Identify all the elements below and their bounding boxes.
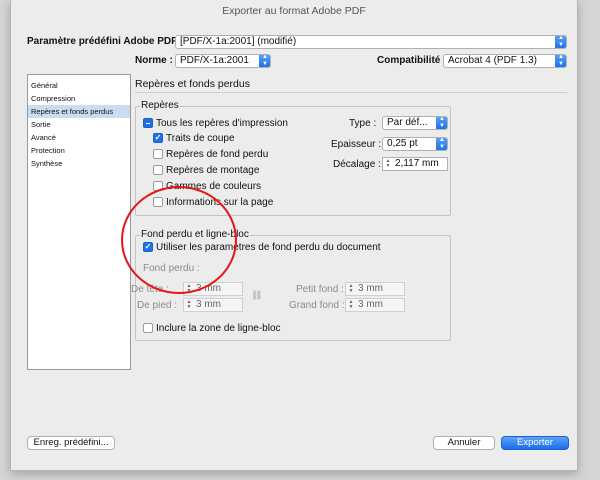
reperes-group-title: Repères — [140, 100, 180, 111]
compat-label: Compatibilité : — [377, 55, 447, 66]
sidebar-item-reperes[interactable]: Repères et fonds perdus — [28, 105, 130, 118]
crop-marks-label: Traits de coupe — [166, 133, 235, 144]
spin-arrows-icon[interactable]: ▲ ▼ — [384, 159, 392, 169]
type-select[interactable]: Par déf... ▲ ▼ — [382, 116, 448, 130]
preset-value: [PDF/X-1a:2001] (modifié) — [180, 36, 297, 47]
top-field[interactable]: ▲ ▼ 3 mm — [183, 282, 243, 296]
offset-label: Décalage : — [333, 159, 381, 170]
bleed-marks-checkbox[interactable] — [153, 149, 163, 159]
section-divider — [135, 92, 567, 93]
weight-select[interactable]: 0,25 pt ▲ ▼ — [382, 137, 448, 151]
all-marks-checkbox[interactable] — [143, 118, 153, 128]
section-title: Repères et fonds perdus — [135, 78, 250, 90]
chevron-updown-icon: ▲ ▼ — [259, 55, 270, 67]
crop-marks-checkbox[interactable]: ✓ — [153, 133, 163, 143]
outside-label: Grand fond : — [289, 300, 345, 311]
slug-area-label: Inclure la zone de ligne-bloc — [156, 323, 281, 334]
slug-area-checkbox[interactable] — [143, 323, 153, 333]
norme-label: Norme : — [135, 55, 173, 66]
compat-value: Acrobat 4 (PDF 1.3) — [448, 55, 537, 66]
bleed-marks-label: Repères de fond perdu — [166, 149, 269, 160]
offset-value: 2,117 mm — [395, 158, 439, 169]
color-bars-label: Gammes de couleurs — [166, 181, 262, 192]
inside-label: Petit fond : — [296, 284, 344, 295]
outside-field[interactable]: ▲ ▼ 3 mm — [345, 298, 405, 312]
bottom-label: De pied : — [137, 300, 178, 311]
type-value: Par déf... — [387, 117, 428, 128]
spin-arrows-icon[interactable]: ▲ ▼ — [347, 300, 355, 310]
bottom-value: 3 mm — [196, 299, 221, 310]
compat-select[interactable]: Acrobat 4 (PDF 1.3) ▲ ▼ — [443, 54, 567, 68]
sidebar-item-general[interactable]: Général — [28, 79, 130, 92]
chevron-updown-icon: ▲ ▼ — [436, 138, 447, 150]
sidebar-item-sortie[interactable]: Sortie — [28, 118, 130, 131]
spin-arrows-icon[interactable]: ▲ ▼ — [347, 284, 355, 294]
spin-arrows-icon[interactable]: ▲ ▼ — [185, 284, 193, 294]
bleed-sublabel: Fond perdu : — [143, 263, 200, 274]
window-title: Exporter au format Adobe PDF — [222, 5, 366, 17]
spin-arrows-icon[interactable]: ▲ ▼ — [185, 300, 193, 310]
top-value: 3 mm — [196, 283, 221, 294]
offset-field[interactable]: ▲ ▼ 2,117 mm — [382, 157, 448, 171]
sidebar-item-protection[interactable]: Protection — [28, 144, 130, 157]
chevron-updown-icon: ▲ ▼ — [555, 36, 566, 48]
cancel-button[interactable]: Annuler — [433, 436, 495, 450]
norme-select[interactable]: PDF/X-1a:2001 ▲ ▼ — [175, 54, 271, 68]
top-label: De tête : — [131, 284, 169, 295]
sidebar-item-avance[interactable]: Avancé — [28, 131, 130, 144]
link-chain-icon[interactable]: ⛓ — [251, 290, 262, 301]
type-label: Type : — [349, 118, 377, 129]
color-bars-checkbox[interactable] — [153, 181, 163, 191]
export-button[interactable]: Exporter — [501, 436, 569, 450]
page-info-checkbox[interactable] — [153, 197, 163, 207]
page-info-label: Informations sur la page — [166, 197, 274, 208]
norme-value: PDF/X-1a:2001 — [180, 55, 249, 66]
save-preset-button[interactable]: Enreg. prédéfini... — [27, 436, 115, 450]
preset-select[interactable]: [PDF/X-1a:2001] (modifié) ▲ ▼ — [175, 35, 567, 49]
sidebar-item-compression[interactable]: Compression — [28, 92, 130, 105]
bottom-field[interactable]: ▲ ▼ 3 mm — [183, 298, 243, 312]
chevron-updown-icon: ▲ ▼ — [436, 117, 447, 129]
sidebar-item-synthese[interactable]: Synthèse — [28, 157, 130, 170]
inside-field[interactable]: ▲ ▼ 3 mm — [345, 282, 405, 296]
use-document-bleed-checkbox[interactable]: ✓ — [143, 242, 153, 252]
all-marks-label: Tous les repères d'impression — [156, 118, 288, 129]
inside-value: 3 mm — [358, 283, 383, 294]
registration-marks-label: Repères de montage — [166, 165, 260, 176]
weight-value: 0,25 pt — [387, 138, 418, 149]
registration-marks-checkbox[interactable] — [153, 165, 163, 175]
weight-label: Epaisseur : — [331, 139, 382, 150]
export-dialog: Exporter au format Adobe PDF Paramètre p… — [10, 0, 578, 471]
outside-value: 3 mm — [358, 299, 383, 310]
chevron-updown-icon: ▲ ▼ — [555, 55, 566, 67]
bleed-group-title: Fond perdu et ligne-bloc — [140, 229, 250, 240]
preset-label: Paramètre prédéfini Adobe PDF : — [27, 36, 184, 47]
use-document-bleed-label: Utiliser les paramètres de fond perdu du… — [156, 242, 381, 253]
sidebar: Général Compression Repères et fonds per… — [27, 74, 131, 370]
